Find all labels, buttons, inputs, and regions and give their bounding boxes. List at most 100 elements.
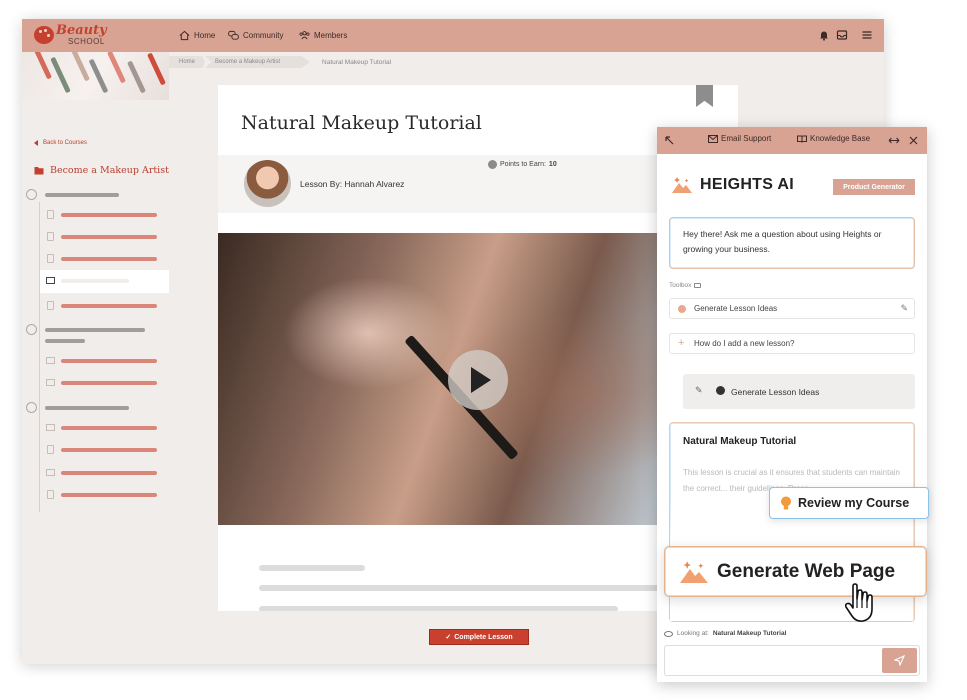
generate-lesson-ideas-label: Generate Lesson Ideas — [731, 386, 820, 397]
looking-at-value: Natural Makeup Tutorial — [712, 630, 787, 637]
lesson-item[interactable] — [61, 213, 157, 217]
menu-icon[interactable] — [861, 29, 873, 41]
lesson-item[interactable] — [61, 359, 157, 363]
nav-community-label: Community — [243, 31, 284, 40]
document-icon — [47, 232, 54, 241]
tool-generate-label: Generate Lesson Ideas — [694, 304, 778, 313]
course-banner-image — [22, 52, 169, 100]
generated-lesson-title: Natural Makeup Tutorial — [683, 436, 797, 447]
complete-lesson-label: Complete Lesson — [454, 633, 513, 641]
generate-lesson-ideas-button[interactable]: ✎ Generate Lesson Ideas — [683, 374, 915, 409]
review-my-course-button[interactable]: Review my Course — [769, 487, 929, 519]
review-my-course-label: Review my Course — [798, 496, 910, 510]
nav-home[interactable]: Home — [179, 19, 215, 52]
toolbox-label-text: Toolbox — [669, 282, 692, 289]
chat-input[interactable] — [664, 645, 920, 676]
toolbox-icon — [694, 283, 702, 288]
points-to-earn: Points to Earn: 10 — [488, 160, 557, 169]
document-icon — [47, 490, 54, 499]
folder-open-icon — [34, 167, 44, 175]
lesson-item[interactable] — [61, 257, 157, 261]
magic-wand-icon: ✎ — [900, 303, 908, 313]
nav-members-label: Members — [314, 31, 348, 40]
back-to-courses-link[interactable]: Back to Courses — [34, 140, 87, 146]
close-icon[interactable] — [909, 136, 918, 145]
mountain-sparkle-icon — [672, 177, 692, 193]
lesson-item[interactable] — [61, 493, 157, 497]
course-title[interactable]: Become a Makeup Artist — [34, 165, 169, 176]
bell-icon[interactable] — [818, 29, 830, 41]
looking-at-context: Looking at: Natural Makeup Tutorial — [664, 630, 786, 637]
home-icon — [179, 30, 190, 41]
heights-ai-panel: Email Support Knowledge Base HEIGHTS AI … — [657, 127, 927, 682]
top-navigation-bar: Beauty SCHOOL Home Community Members — [22, 19, 884, 52]
magic-wand-icon: ✎ — [695, 385, 703, 395]
play-button[interactable] — [448, 350, 508, 410]
logo-text-primary: Beauty — [56, 23, 107, 38]
points-label: Points to Earn: — [500, 161, 546, 168]
collapse-arrow-icon[interactable] — [665, 136, 674, 145]
lesson-item-active[interactable] — [40, 270, 169, 293]
breadcrumb-home[interactable]: Home — [169, 56, 206, 68]
module-1-title-placeholder[interactable] — [45, 193, 119, 197]
document-icon — [47, 254, 54, 263]
module-status-circle — [26, 402, 37, 413]
breadcrumb-current: Natural Makeup Tutorial — [322, 58, 392, 66]
breadcrumb-course[interactable]: Become a Makeup Artist — [205, 56, 311, 68]
video-icon — [46, 277, 55, 284]
looking-at-label: Looking at: — [677, 630, 709, 637]
send-button[interactable] — [882, 648, 917, 673]
plus-icon: + — [678, 337, 685, 349]
expand-horizontal-icon[interactable] — [888, 136, 900, 145]
lesson-item[interactable] — [61, 448, 157, 452]
video-icon — [46, 424, 55, 431]
lesson-item[interactable] — [61, 426, 157, 430]
generate-web-page-button[interactable]: Generate Web Page — [664, 546, 927, 597]
check-icon: ✓ — [445, 634, 452, 641]
tool-question-add-lesson[interactable]: + How do I add a new lesson? — [669, 333, 915, 354]
beauty-school-logo[interactable]: Beauty SCHOOL — [34, 23, 107, 49]
document-icon — [47, 210, 54, 219]
lesson-item[interactable] — [61, 304, 157, 308]
course-outline-line — [39, 202, 40, 512]
nav-members[interactable]: Members — [299, 19, 347, 52]
eye-icon — [664, 630, 673, 637]
inbox-icon[interactable] — [836, 29, 848, 41]
lesson-item[interactable] — [61, 471, 157, 475]
bookmark-icon[interactable] — [696, 85, 713, 107]
video-icon — [46, 379, 55, 386]
lesson-author: Lesson By: Hannah Alvarez — [300, 179, 405, 189]
nav-home-label: Home — [194, 31, 216, 40]
chevron-left-icon — [34, 140, 38, 146]
lightbulb-icon — [781, 496, 791, 509]
brain-icon — [678, 305, 686, 313]
video-icon — [46, 469, 55, 476]
text-placeholder — [259, 565, 365, 571]
lesson-item[interactable] — [61, 235, 157, 239]
document-icon — [47, 445, 54, 454]
nav-community[interactable]: Community — [228, 19, 283, 52]
send-icon — [894, 655, 905, 666]
course-title-label: Become a Makeup Artist — [50, 165, 169, 176]
email-support-link[interactable]: Email Support — [708, 134, 771, 143]
generate-web-page-label: Generate Web Page — [717, 560, 896, 582]
points-coin-icon — [488, 160, 497, 169]
knowledge-base-label: Knowledge Base — [810, 134, 871, 143]
palette-icon — [34, 26, 54, 44]
module-3-title-placeholder[interactable] — [45, 406, 129, 410]
lesson-item[interactable] — [61, 381, 157, 385]
module-2-title-placeholder[interactable] — [45, 328, 145, 332]
email-support-label: Email Support — [721, 134, 772, 143]
assistant-header: Email Support Knowledge Base — [657, 127, 927, 154]
video-icon — [46, 357, 55, 364]
module-status-circle — [26, 189, 37, 200]
members-icon — [299, 31, 310, 40]
complete-lesson-button[interactable]: ✓ Complete Lesson — [429, 629, 529, 645]
hand-pointer-icon — [844, 583, 873, 622]
tool-generate-lesson-ideas[interactable]: Generate Lesson Ideas ✎ — [669, 298, 915, 319]
logo-text-secondary: SCHOOL — [68, 37, 105, 46]
product-generator-badge[interactable]: Product Generator — [833, 179, 915, 195]
page-title: Natural Makeup Tutorial — [241, 112, 482, 134]
points-value: 10 — [548, 161, 557, 168]
knowledge-base-link[interactable]: Knowledge Base — [797, 134, 870, 143]
